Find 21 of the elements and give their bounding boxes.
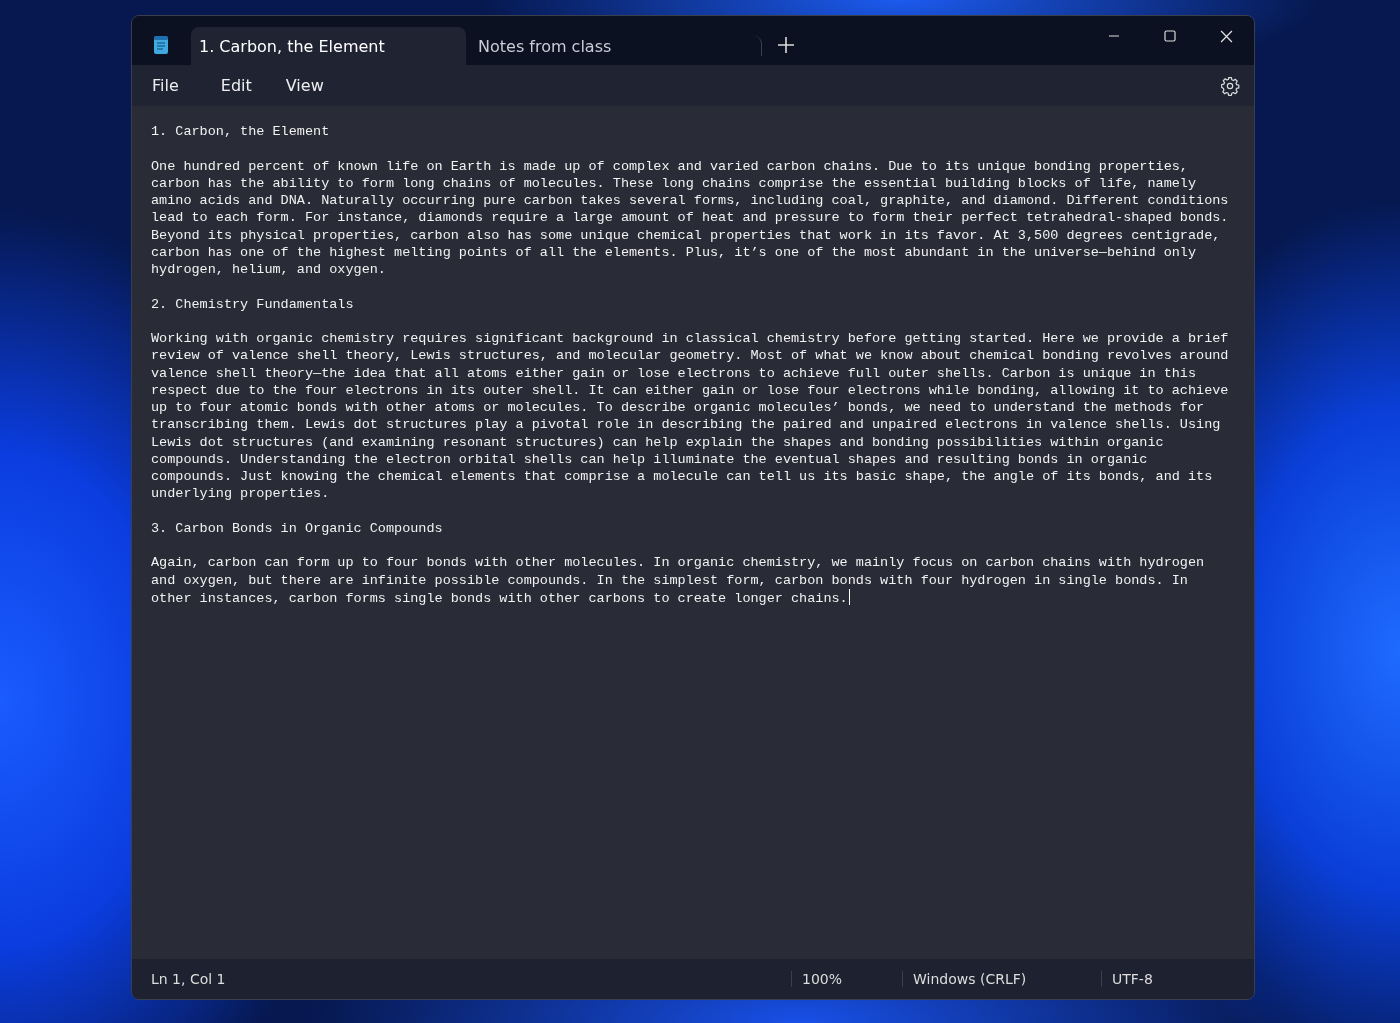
settings-icon[interactable] [1220, 75, 1240, 96]
encoding: UTF-8 [1101, 971, 1153, 987]
close-icon [1219, 29, 1233, 43]
text-line: One hundred percent of known life on Earth is made up of complex and varied carbon chains. Due to its unique bonding properties, carbon has the ability to form long chains of molecules. These long chains comprise the essential building blocks of life, namely amino acids and DNA. Naturally occurring pure carbon takes several forms, including coal, graphite, and diamond. Different conditions lead to each form. For instance, diamonds require a large amount of heat and pressure to form their perfect tetrahedral-shaped bonds. Beyond its physical properties, carbon also has some unique chemical properties that work in its favor. At 3,500 degrees centigrade, carbon has one of the highest melting points of all the elements. Plus, it’s one of the most abundant in the universe—behind only hydrogen, helium, and oxygen. [151, 157, 1230, 279]
menu-item[interactable]: View [273, 72, 336, 99]
maximize-icon [1164, 30, 1176, 42]
menu-item[interactable]: Edit [208, 72, 264, 99]
notepad-icon [153, 35, 169, 55]
text-line: Working with organic chemistry requires significant background in classical chemistry before getting started. Here we provide a brief review of valence shell theory, Lewis structures, and molecular geometry. Most of what we know about chemical bonding revolves around valence shell theory—the idea that all atoms either gain or lose electrons to achieve full outer shells. Carbon is unique in this respect due to the four electrons in its outer shell. It can either gain or lose four electrons while bonding, allowing it to achieve up to four atomic bonds with other atoms or molecules. To describe organic molecules’ bonds, we need to understand the methods for transcribing them. Lewis dot structures play a pivotal role in describing the paired and unpaired electrons in valence shells. Using Lewis dot structures (and examining resonant structures) can help explain the shapes and bonding possibilities within organic compounds. Understanding the electron orbital shells can help illuminate the eventual shapes and resulting bonds in organic compounds. Just knowing the chemical elements that comprise a molecule can tell us its basic shape, the angle of its bonds, and its underlying properties. [151, 330, 1230, 503]
text-line: 3. Carbon Bonds in Organic Compounds [151, 519, 444, 537]
cursor-position: Ln 1, Col 1 [150, 971, 227, 987]
zoom-level: 100% [791, 971, 902, 987]
menu-item[interactable]: File [140, 72, 191, 99]
line-ending: Windows (CRLF) [902, 971, 1101, 987]
new-tab-button[interactable] [777, 36, 795, 54]
plus-icon [777, 36, 795, 54]
tab[interactable]: 1. Carbon, the Element [191, 27, 466, 65]
tab[interactable]: Notes from class [466, 36, 762, 56]
text-line: 2. Chemistry Fundamentals [151, 295, 355, 313]
text-line: Again, carbon can form up to four bonds with other molecules. In organic chemistry, we mainly focus on carbon chains with hydrogen and oxygen, but there are infinite possible compounds. In the simplest form, carbon bonds with four hydrogen in single bonds. In other instances, carbon forms single bonds with other carbons to create longer chains. [151, 554, 1206, 607]
text-line: 1. Carbon, the Element [151, 123, 331, 141]
